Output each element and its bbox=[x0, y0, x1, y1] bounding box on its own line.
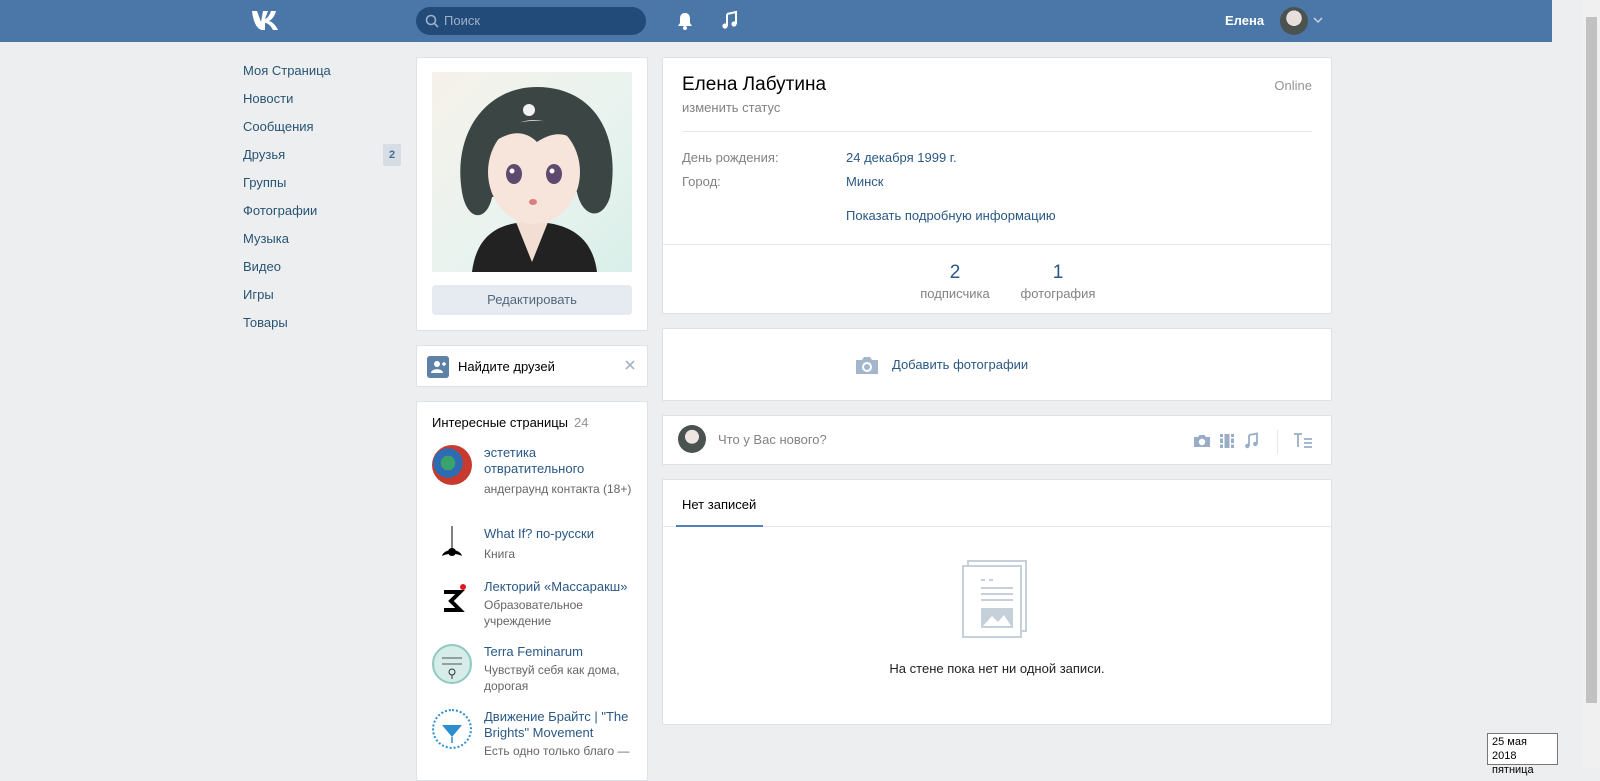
nav-item-groups[interactable]: Группы bbox=[243, 171, 401, 199]
divider bbox=[663, 526, 1331, 527]
profile-info-card: Елена Лабутина изменить статус Online Де… bbox=[662, 57, 1332, 314]
search-icon bbox=[425, 14, 439, 28]
page-name[interactable]: Движение Брайтс | "The Brights" Movement bbox=[484, 709, 634, 741]
bell-icon[interactable] bbox=[674, 10, 696, 32]
page-name[interactable]: Лекторий «Массаракш» bbox=[484, 579, 634, 595]
active-tab-underline bbox=[676, 525, 763, 527]
wall-card: Нет записей На стене пока нет ни одной з… bbox=[662, 479, 1332, 725]
camera-icon[interactable] bbox=[1193, 432, 1211, 450]
page-subtitle: Чувствуй себя как дома, дорогая bbox=[484, 663, 620, 693]
music-icon[interactable] bbox=[719, 10, 741, 32]
followers-count: 2 bbox=[949, 262, 961, 283]
camera-icon bbox=[856, 357, 878, 374]
nav-item-my-page[interactable]: Моя Страница bbox=[243, 59, 401, 87]
change-status-link[interactable]: изменить статус bbox=[682, 100, 780, 115]
profile-name: Елена Лабутина bbox=[682, 74, 827, 95]
header-user-name[interactable]: Елена bbox=[1225, 13, 1264, 28]
photos-count: 1 bbox=[1052, 262, 1064, 283]
interesting-pages-count: 24 bbox=[574, 415, 589, 430]
page-name[interactable]: Terra Feminarum bbox=[484, 644, 634, 660]
city-label: Город: bbox=[682, 174, 721, 189]
add-friend-icon bbox=[427, 356, 449, 378]
nav-item-news[interactable]: Новости bbox=[243, 87, 401, 115]
new-post-input[interactable]: Что у Вас нового? bbox=[718, 432, 827, 447]
nav-item-friends[interactable]: Друзья 2 bbox=[243, 143, 401, 171]
page-subtitle: андеграунд контакта (18+) bbox=[484, 482, 632, 496]
header-avatar[interactable] bbox=[1280, 7, 1308, 35]
page-avatar[interactable] bbox=[432, 579, 472, 619]
tooltip-weekday: пятница bbox=[1492, 764, 1534, 776]
scrollbar[interactable] bbox=[1583, 0, 1600, 769]
empty-wall-icon bbox=[962, 560, 1027, 638]
city-value[interactable]: Минск bbox=[846, 174, 883, 189]
page-avatar[interactable] bbox=[432, 709, 472, 749]
friends-count-badge: 2 bbox=[383, 144, 401, 166]
date-tooltip: 25 мая 2018 пятница bbox=[1487, 733, 1558, 776]
nav-item-video[interactable]: Видео bbox=[243, 255, 401, 283]
post-avatar bbox=[678, 425, 706, 453]
online-status: Online bbox=[1274, 78, 1312, 93]
photos-label: фотография bbox=[1020, 286, 1096, 301]
avatar-card: Редактировать bbox=[416, 57, 648, 331]
followers-label: подписчика bbox=[920, 286, 990, 301]
tooltip-date: 25 мая 2018 bbox=[1492, 736, 1527, 762]
find-friends-label: Найдите друзей bbox=[458, 359, 555, 374]
nav-item-games[interactable]: Игры bbox=[243, 283, 401, 311]
search-input[interactable]: Поиск bbox=[416, 7, 646, 35]
page-subtitle: Книга bbox=[484, 547, 516, 561]
scrollbar-thumb[interactable] bbox=[1586, 17, 1597, 703]
profile-photo[interactable] bbox=[432, 72, 632, 272]
page-subtitle: Есть одно только благо — bbox=[484, 744, 630, 758]
empty-wall-text: На стене пока нет ни одной записи. bbox=[889, 661, 1105, 676]
video-icon[interactable] bbox=[1218, 432, 1236, 450]
divider bbox=[682, 131, 1312, 132]
page-avatar[interactable] bbox=[432, 445, 472, 485]
interesting-pages-title[interactable]: Интересные страницы 24 bbox=[432, 415, 589, 430]
divider bbox=[1277, 430, 1278, 454]
close-icon[interactable] bbox=[623, 358, 637, 372]
page-subtitle: Образовательное учреждение bbox=[484, 598, 583, 628]
nav-item-music[interactable]: Музыка bbox=[243, 227, 401, 255]
new-post-card: Что у Вас нового? bbox=[662, 415, 1332, 465]
left-nav: Моя Страница Новости Сообщения Друзья 2 … bbox=[243, 59, 401, 339]
page-avatar[interactable] bbox=[432, 526, 472, 566]
chevron-down-icon[interactable] bbox=[1313, 16, 1323, 24]
show-details-link[interactable]: Показать подробную информацию bbox=[846, 208, 1056, 223]
text-format-icon[interactable] bbox=[1293, 432, 1313, 450]
nav-item-messages[interactable]: Сообщения bbox=[243, 115, 401, 143]
add-photos-link[interactable]: Добавить фотографии bbox=[892, 357, 1028, 372]
page-avatar[interactable] bbox=[432, 644, 472, 684]
add-photos-card[interactable]: Добавить фотографии bbox=[662, 328, 1332, 401]
vk-logo-icon[interactable] bbox=[250, 8, 284, 32]
page-name[interactable]: What If? по-русски bbox=[484, 526, 634, 542]
tab-no-posts[interactable]: Нет записей bbox=[682, 497, 756, 512]
photos-counter[interactable]: 1 фотография bbox=[1007, 260, 1109, 301]
page-name[interactable]: эстетика отвратительного bbox=[484, 445, 634, 477]
nav-item-goods[interactable]: Товары bbox=[243, 311, 401, 339]
search-placeholder: Поиск bbox=[444, 13, 481, 28]
find-friends-card[interactable]: Найдите друзей bbox=[416, 345, 648, 387]
nav-item-photos[interactable]: Фотографии bbox=[243, 199, 401, 227]
top-header: Поиск Елена bbox=[0, 0, 1552, 42]
followers-counter[interactable]: 2 подписчика bbox=[904, 260, 1006, 301]
birthday-label: День рождения: bbox=[682, 150, 779, 165]
interesting-pages-card: Интересные страницы 24 эстетика отвратите… bbox=[416, 401, 648, 781]
divider bbox=[663, 244, 1331, 245]
music-icon[interactable] bbox=[1243, 432, 1261, 450]
birthday-value[interactable]: 24 декабря 1999 г. bbox=[846, 150, 957, 165]
edit-profile-button[interactable]: Редактировать bbox=[432, 285, 632, 315]
